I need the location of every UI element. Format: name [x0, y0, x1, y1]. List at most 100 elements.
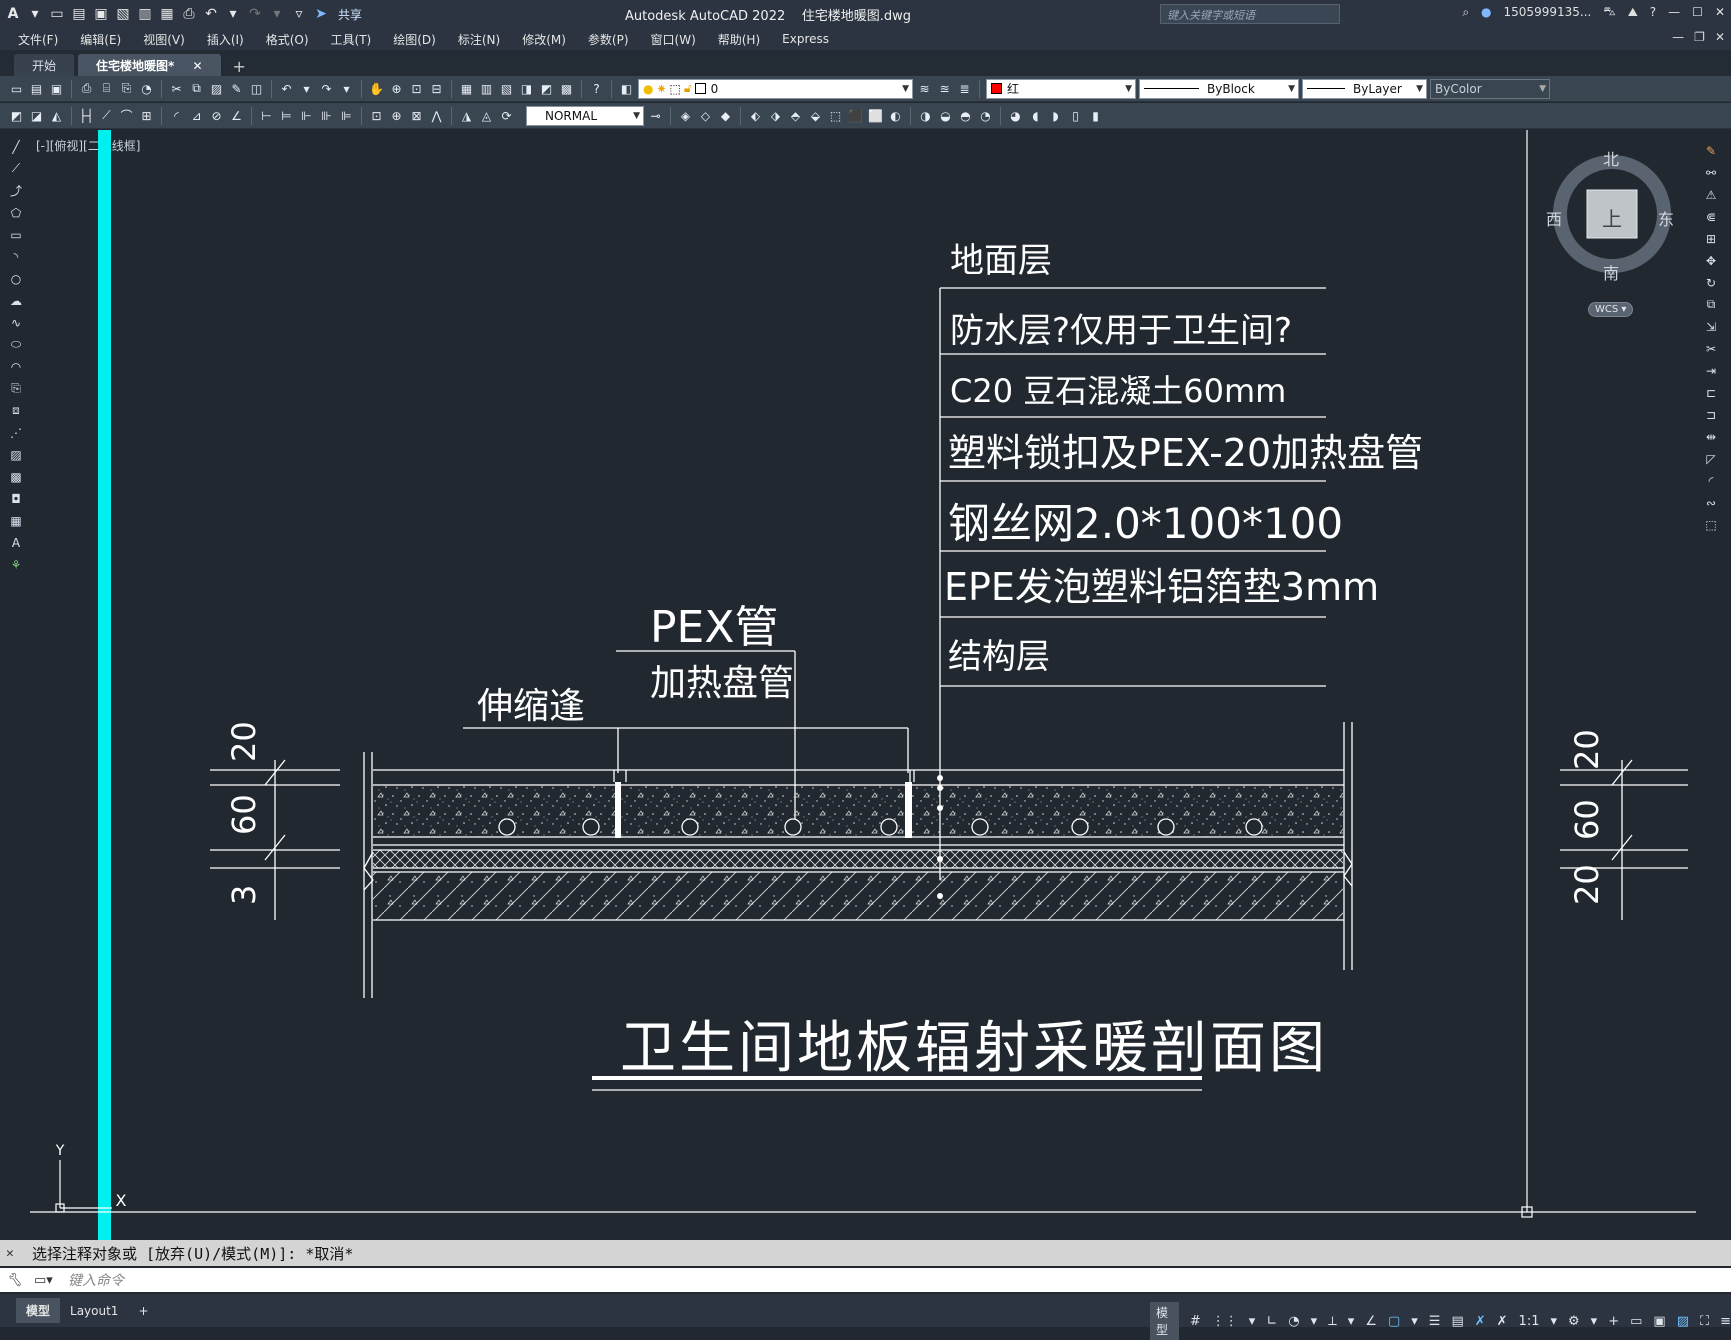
menu-draw[interactable]: 绘图(D): [393, 31, 436, 48]
wcs-menu[interactable]: WCS ▾: [1588, 302, 1634, 317]
paste-icon[interactable]: ▨: [208, 80, 225, 97]
command-input[interactable]: 键入命令: [68, 1270, 124, 1290]
customization-icon[interactable]: ≡: [1720, 1314, 1731, 1329]
trim-icon[interactable]: ⬜: [867, 107, 884, 124]
transparency-icon[interactable]: ▤: [1451, 1314, 1463, 1329]
rotate-icon[interactable]: ⬙: [807, 107, 824, 124]
rotate-pal-icon[interactable]: ↻: [1703, 274, 1720, 291]
doc-close-icon[interactable]: ✕: [1715, 30, 1725, 44]
dim-edit-icon[interactable]: ◮: [458, 107, 475, 124]
scale-icon[interactable]: ⬚: [827, 107, 844, 124]
ellipse-icon[interactable]: ⬭: [8, 336, 25, 353]
polyline-icon[interactable]: ⤴: [8, 182, 25, 199]
continue-dim-icon[interactable]: ⊩: [298, 107, 315, 124]
compass-west[interactable]: 西: [1546, 206, 1562, 230]
dim-space-icon[interactable]: ⊪: [318, 107, 335, 124]
break-pal-icon[interactable]: ⊐: [1703, 406, 1720, 423]
make-current-layer-icon[interactable]: ≋: [916, 80, 933, 97]
save-tb-icon[interactable]: ▣: [48, 80, 65, 97]
cut-icon[interactable]: ✂: [168, 80, 185, 97]
menu-window[interactable]: 窗口(W): [651, 31, 696, 48]
layer-dropdown[interactable]: ● ✷ ⬚ 🔓︎ 0 ▼: [638, 78, 913, 99]
polar-icon[interactable]: ◔: [1288, 1314, 1299, 1329]
spline-icon[interactable]: ∿: [8, 314, 25, 331]
inspection-icon[interactable]: ⊠: [408, 107, 425, 124]
array-icon[interactable]: ⬗: [767, 107, 784, 124]
doc-restore-icon[interactable]: ❐: [1694, 30, 1705, 44]
layer-on-icon[interactable]: ●: [643, 82, 653, 96]
mirror-pal-icon[interactable]: ⚠: [1703, 186, 1720, 203]
minimize-icon[interactable]: —: [1668, 5, 1680, 19]
menu-edit[interactable]: 编辑(E): [80, 31, 121, 48]
zoom-realtime-icon[interactable]: ⊕: [388, 80, 405, 97]
isodraft-icon[interactable]: ⟂: [1328, 1314, 1337, 1329]
break-point-icon[interactable]: ⊏: [1703, 384, 1720, 401]
plotstyle-dropdown[interactable]: ByColor ▼: [1430, 78, 1550, 99]
autodesk-app-icon[interactable]: ⛰: [1628, 5, 1638, 20]
fillet-icon[interactable]: ◔: [977, 107, 994, 124]
customize-qa-icon[interactable]: ▿: [290, 5, 308, 23]
dimstyle-manager-icon[interactable]: ⊸: [647, 107, 664, 124]
command-line[interactable]: 🔧︎ ▭▾ 键入命令: [0, 1268, 1731, 1292]
tab-start[interactable]: 开始: [14, 54, 75, 76]
dim-update-icon[interactable]: ⟳: [498, 107, 515, 124]
copy-obj-icon[interactable]: ◇: [697, 107, 714, 124]
tab-model[interactable]: 模型: [16, 1298, 61, 1323]
array-pal-icon[interactable]: ⊞: [1703, 230, 1720, 247]
menu-parametric[interactable]: 参数(P): [588, 31, 629, 48]
menu-file[interactable]: 文件(F): [18, 31, 58, 48]
zoom-previous-icon[interactable]: ⊟: [428, 80, 445, 97]
linetype-dropdown[interactable]: ByBlock ▼: [1139, 78, 1299, 99]
calculator-icon[interactable]: ▩: [558, 80, 575, 97]
insert-block-icon[interactable]: ◪: [28, 107, 45, 124]
group-icon[interactable]: ◗: [1047, 107, 1064, 124]
point-icon[interactable]: ⋰: [8, 424, 25, 441]
draworder-icon[interactable]: ◖: [1027, 107, 1044, 124]
fullscreen-icon[interactable]: ⛶: [1700, 1314, 1709, 1329]
open-icon[interactable]: ▤: [28, 80, 45, 97]
doc-minimize-icon[interactable]: —: [1672, 30, 1684, 44]
aligned-dim-icon[interactable]: ⟋: [98, 107, 115, 124]
menu-help[interactable]: 帮助(H): [718, 31, 760, 48]
properties-icon[interactable]: ▦: [458, 80, 475, 97]
drawing-canvas[interactable]: Y X 地面层 防水层?仅用于卫生间? C20 豆石混凝土60mm 塑料锁扣及P…: [30, 130, 1696, 1240]
viewcube[interactable]: 北 南 东 西 上: [1545, 148, 1675, 298]
lineweight-dropdown[interactable]: ByLayer ▼: [1302, 78, 1427, 99]
attribute-icon[interactable]: ◭: [48, 107, 65, 124]
redo-icon[interactable]: ↷: [246, 5, 264, 23]
search-input[interactable]: 键入关键字或短语: [1160, 4, 1340, 24]
tab-drawing[interactable]: 住宅楼地暖图* ✕: [78, 54, 221, 76]
snap-icon[interactable]: ⋮⋮: [1212, 1314, 1238, 1329]
search-icon[interactable]: ⌕: [1462, 5, 1469, 20]
scale-pal-icon[interactable]: ⧉: [1703, 296, 1720, 313]
compass-north[interactable]: 北: [1603, 146, 1619, 170]
compass-east[interactable]: 东: [1658, 206, 1674, 230]
ellipse-arc-icon[interactable]: ◠: [8, 358, 25, 375]
design-center-icon[interactable]: ▥: [478, 80, 495, 97]
ungroup-icon[interactable]: ▯: [1067, 107, 1084, 124]
pan-icon[interactable]: ✋: [368, 80, 385, 97]
cart-icon[interactable]: ⛍: [1603, 4, 1615, 20]
baseline-dim-icon[interactable]: ⊨: [278, 107, 295, 124]
linear-dim-icon[interactable]: ├┤: [78, 107, 95, 124]
extend-icon[interactable]: ◐: [887, 107, 904, 124]
hatch-icon[interactable]: ▨: [8, 446, 25, 463]
region-icon[interactable]: ◘: [8, 490, 25, 507]
join-pal-icon[interactable]: ⇹: [1703, 428, 1720, 445]
line-icon[interactable]: ╱: [8, 138, 25, 155]
break-icon[interactable]: ◑: [917, 107, 934, 124]
insert-icon[interactable]: ⎘: [8, 380, 25, 397]
tool-palettes-icon[interactable]: ▧: [498, 80, 515, 97]
dimstyle-dropdown[interactable]: NORMAL ▼: [526, 105, 644, 126]
redo-dropdown-icon[interactable]: ▾: [268, 5, 286, 23]
grid-icon[interactable]: #: [1190, 1314, 1201, 1329]
annotation-visibility-icon[interactable]: ✗: [1475, 1314, 1486, 1329]
table-icon[interactable]: ▦: [8, 512, 25, 529]
osnap-icon[interactable]: ▢: [1388, 1314, 1400, 1329]
viewcube-face-top[interactable]: 上: [1602, 203, 1622, 232]
move-icon[interactable]: ⬘: [787, 107, 804, 124]
undo-icon[interactable]: ↶: [202, 5, 220, 23]
web-mobile-save-icon[interactable]: ▦: [158, 5, 176, 23]
chamfer-icon[interactable]: ◓: [957, 107, 974, 124]
markup-icon[interactable]: ◩: [538, 80, 555, 97]
